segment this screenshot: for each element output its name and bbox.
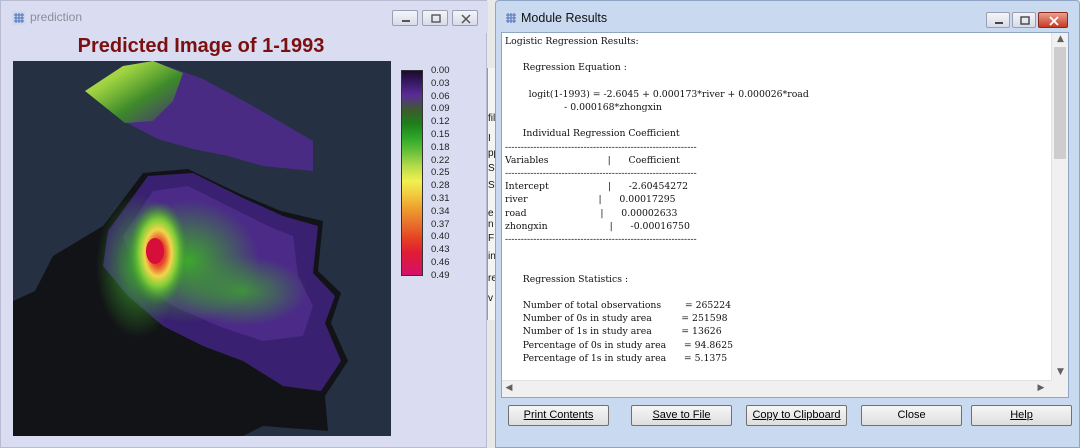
close-button[interactable] bbox=[1038, 12, 1068, 28]
results-line: Regression Equation : bbox=[505, 62, 627, 74]
colorbar-tick-label: 0.09 bbox=[431, 103, 450, 115]
results-line: Number of 0s in study area = 251598 bbox=[505, 313, 728, 325]
background-text-fragment: re bbox=[488, 273, 495, 284]
colorbar-tick-label: 0.00 bbox=[431, 65, 450, 76]
results-line: Logistic Regression Results: bbox=[505, 36, 639, 47]
results-line: zhongxin | -0.00016750 bbox=[505, 220, 690, 232]
background-text-fragment: I bbox=[488, 133, 491, 144]
print-contents-button[interactable]: Print Contents bbox=[508, 405, 609, 426]
prediction-titlebar[interactable]: prediction bbox=[1, 1, 488, 33]
colorbar-tick-label: 0.34 bbox=[431, 205, 450, 217]
background-text-fragment: pp bbox=[488, 148, 495, 159]
results-line: road | 0.00002633 bbox=[505, 207, 678, 219]
print-contents-label: Print Contents bbox=[523, 409, 594, 421]
colorbar-tick-label: 0.03 bbox=[431, 77, 450, 89]
minimize-icon bbox=[402, 20, 410, 22]
maximize-icon bbox=[1020, 16, 1030, 25]
save-to-file-button[interactable]: Save to File bbox=[631, 405, 732, 426]
horizontal-scrollbar[interactable]: ◀ ▶ bbox=[502, 380, 1052, 397]
maximize-icon bbox=[431, 14, 441, 23]
results-line: Individual Regression Coefficient bbox=[505, 128, 680, 140]
close-dialog-button[interactable]: Close bbox=[861, 405, 962, 426]
help-button[interactable]: Help bbox=[971, 405, 1072, 426]
colorbar-tick-label: 0.06 bbox=[431, 90, 450, 102]
help-label: Help bbox=[1010, 409, 1033, 421]
close-button[interactable] bbox=[452, 10, 478, 26]
colorbar-tick-label: 0.31 bbox=[431, 193, 450, 204]
colorbar-tick-label: 0.46 bbox=[431, 257, 450, 268]
colorbar-tick-label: 0.22 bbox=[431, 154, 450, 166]
background-text-fragment: e n bbox=[488, 208, 494, 230]
scroll-left-icon[interactable]: ◀ bbox=[502, 383, 516, 393]
results-line: Number of total observations = 265224 bbox=[505, 300, 732, 311]
vertical-scrollbar[interactable]: ▲ ▼ bbox=[1051, 33, 1068, 381]
minimize-icon bbox=[995, 22, 1003, 24]
colorbar-tick-label: 0.43 bbox=[431, 244, 450, 256]
colorbar-tick-label: 0.12 bbox=[431, 116, 450, 128]
module-results-window: Module Results Logistic Regression Resul… bbox=[495, 0, 1080, 448]
scroll-right-icon[interactable]: ▶ bbox=[1034, 383, 1048, 393]
module-results-titlebar[interactable]: Module Results bbox=[496, 1, 1079, 33]
probability-colorbar bbox=[401, 70, 423, 276]
background-text-fragment: in bbox=[488, 251, 495, 262]
colorbar-tick-label: 0.40 bbox=[431, 231, 450, 243]
minimize-button[interactable] bbox=[986, 12, 1010, 28]
background-text-fragment: fil bbox=[488, 113, 495, 124]
action-button-row: Print Contents Save to File Copy to Clip… bbox=[501, 398, 1075, 436]
colorbar-tick-label: 0.25 bbox=[431, 167, 450, 179]
vertical-scroll-thumb[interactable] bbox=[1054, 47, 1066, 159]
module-results-title: Module Results bbox=[521, 11, 608, 25]
results-line: Percentage of 1s in study area = 5.1375 bbox=[505, 352, 728, 364]
minimize-button[interactable] bbox=[392, 10, 418, 26]
scroll-up-icon[interactable]: ▲ bbox=[1052, 34, 1068, 44]
prediction-heading: Predicted Image of 1-1993 bbox=[77, 35, 325, 57]
results-text-area[interactable]: Logistic Regression Results: Regression … bbox=[501, 32, 1069, 398]
prediction-map[interactable] bbox=[13, 61, 391, 436]
background-text-fragment: Sy bbox=[488, 180, 495, 191]
results-line: river | 0.00017295 bbox=[505, 194, 676, 206]
colorbar-tick-label: 0.49 bbox=[431, 269, 450, 281]
results-line: Regression Statistics : bbox=[505, 273, 629, 285]
copy-to-clipboard-button[interactable]: Copy to Clipboard bbox=[746, 405, 847, 426]
results-line: logit(1-1993) = -2.6045 + 0.000173*river… bbox=[505, 88, 809, 100]
results-line: - 0.000168*zhongxin bbox=[505, 102, 662, 113]
prediction-window-title: prediction bbox=[30, 10, 83, 24]
scrollbar-corner bbox=[1051, 380, 1068, 397]
background-text-fragment: F bbox=[488, 233, 495, 244]
results-line: ----------------------------------------… bbox=[505, 141, 697, 153]
maximize-button[interactable] bbox=[422, 10, 448, 26]
prediction-window: prediction Predicted Image of 1-1993 0.0… bbox=[0, 0, 488, 448]
close-icon bbox=[461, 14, 471, 24]
grid-app-icon bbox=[12, 11, 26, 25]
close-icon bbox=[1049, 16, 1059, 26]
close-dialog-label: Close bbox=[897, 409, 926, 421]
results-line: ----------------------------------------… bbox=[505, 168, 697, 179]
save-to-file-label: Save to File bbox=[652, 409, 711, 421]
background-window-edge: fil Ipp Sti Sy e n Fin re v bbox=[487, 68, 495, 320]
colorbar-tick-label: 0.18 bbox=[431, 141, 450, 153]
background-text-fragment: Sti bbox=[488, 163, 495, 174]
results-line: ----------------------------------------… bbox=[505, 234, 697, 245]
results-line: Variables | Coefficient bbox=[505, 154, 680, 166]
results-line: Percentage of 0s in study area = 94.8625 bbox=[505, 339, 734, 351]
colorbar-tick-label: 0.15 bbox=[431, 129, 450, 140]
grid-app-icon bbox=[504, 11, 518, 25]
probability-surface bbox=[13, 61, 348, 436]
scroll-down-icon[interactable]: ▼ bbox=[1052, 367, 1068, 377]
background-text-fragment: v bbox=[488, 293, 493, 304]
results-line: Number of 1s in study area = 13626 bbox=[505, 326, 722, 338]
colorbar-tick-label: 0.37 bbox=[431, 218, 450, 230]
results-line: Intercept | -2.60454272 bbox=[505, 181, 689, 193]
maximize-button[interactable] bbox=[1012, 12, 1036, 28]
colorbar-tick-label: 0.28 bbox=[431, 180, 450, 192]
copy-to-clipboard-label: Copy to Clipboard bbox=[752, 409, 841, 421]
